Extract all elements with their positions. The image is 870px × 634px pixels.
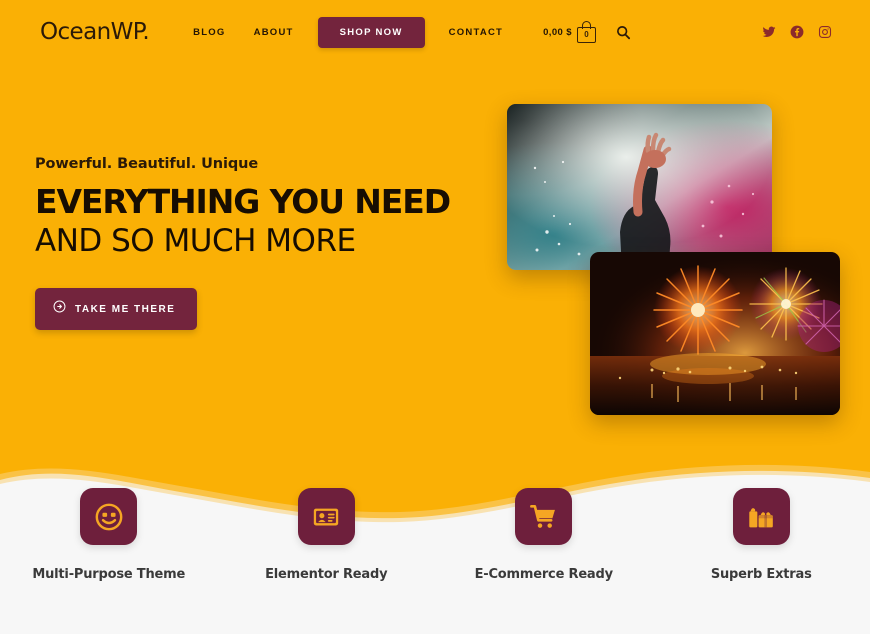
take-me-there-button[interactable]: TAKE ME THERE [35, 288, 198, 331]
hero-copy: Powerful. Beautiful. Unique EVERYTHING Y… [35, 156, 475, 331]
landing-page: OceanWP. BLOG ABOUT SHOP NOW CONTACT 0,0… [0, 0, 870, 634]
hero-eyebrow: Powerful. Beautiful. Unique [35, 156, 259, 172]
feature-multi-purpose-theme[interactable]: Multi-Purpose Theme [0, 488, 218, 582]
site-logo[interactable]: OceanWP. [40, 20, 150, 44]
shopping-cart-icon [515, 488, 573, 545]
twitter-icon[interactable] [762, 25, 776, 39]
feature-label: E-Commerce Ready [474, 567, 613, 582]
shopping-bag-icon: 0 [576, 21, 596, 43]
hero-headline-bold: EVERYTHING YOU NEED [35, 182, 451, 221]
hero-image-fireworks[interactable] [590, 252, 840, 415]
feature-strip: Multi-Purpose Theme Elementor Ready E-Co… [0, 474, 870, 634]
hero-headline-light: AND SO MUCH MORE [35, 222, 356, 259]
nav-item-contact[interactable]: CONTACT [435, 21, 517, 44]
site-header: OceanWP. BLOG ABOUT SHOP NOW CONTACT 0,0… [0, 0, 870, 64]
nav-item-blog[interactable]: BLOG [179, 21, 239, 44]
feature-label: Elementor Ready [265, 567, 388, 582]
social-links [762, 25, 832, 39]
cart-count: 0 [584, 30, 589, 39]
id-card-icon [297, 488, 355, 545]
facebook-icon[interactable] [790, 25, 804, 39]
primary-navigation: BLOG ABOUT SHOP NOW CONTACT [179, 16, 517, 48]
feature-ecommerce-ready[interactable]: E-Commerce Ready [435, 488, 653, 582]
circle-arrow-right-icon [53, 300, 66, 318]
feature-superb-extras[interactable]: Superb Extras [653, 488, 870, 582]
instagram-icon[interactable] [818, 25, 832, 39]
hero-image-smoke[interactable] [507, 104, 772, 270]
cart-widget[interactable]: 0,00 $ 0 [543, 21, 596, 43]
shop-now-button[interactable]: SHOP NOW [317, 16, 425, 48]
gift-boxes-icon [732, 488, 790, 545]
nav-item-about[interactable]: ABOUT [240, 21, 308, 44]
feature-label: Superb Extras [710, 567, 812, 582]
feature-elementor-ready[interactable]: Elementor Ready [218, 488, 436, 582]
cta-label: TAKE ME THERE [75, 303, 176, 315]
feature-label: Multi-Purpose Theme [32, 567, 186, 582]
smiley-face-icon [80, 488, 138, 545]
cart-total: 0,00 $ [543, 26, 572, 38]
search-icon[interactable] [616, 25, 631, 40]
